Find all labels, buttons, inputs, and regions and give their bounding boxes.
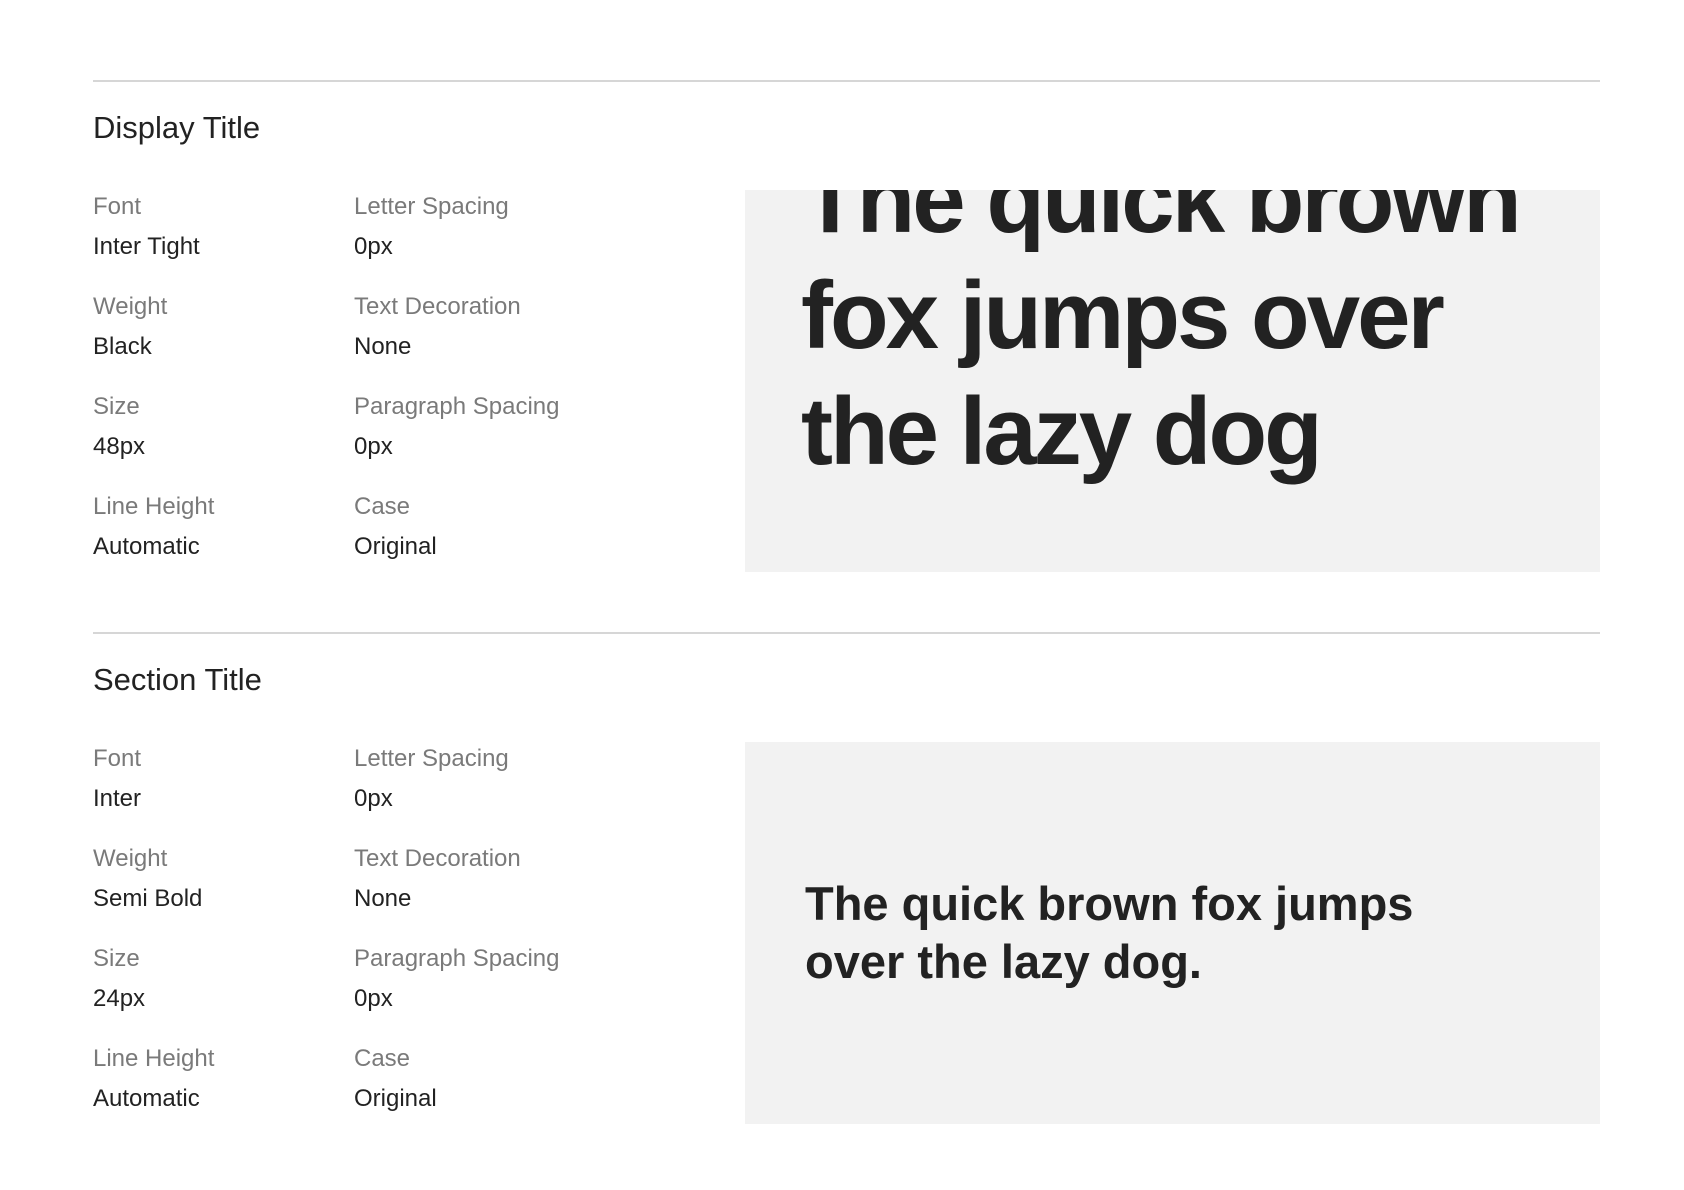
style-title: Section Title [93,662,262,697]
type-preview-panel: The quick brown fox jumps over the lazy … [745,190,1600,572]
prop-font: Font Inter Tight [93,192,353,262]
type-style-section-title: Section Title Font Inter Weight Semi Bol… [93,632,1600,1124]
prop-font: Font Inter [93,744,353,814]
prop-size: Size 48px [93,392,353,462]
prop-value: Automatic [93,1085,200,1112]
prop-size: Size 24px [93,944,353,1014]
section-divider [93,80,1600,82]
prop-label: Weight [93,293,168,320]
prop-value: 0px [354,985,393,1012]
prop-label: Size [93,393,140,420]
prop-label: Paragraph Spacing [354,393,560,420]
prop-value: Automatic [93,533,200,560]
prop-label: Text Decoration [354,293,521,320]
prop-value: Black [93,333,152,360]
prop-value: Original [354,533,437,560]
prop-paragraph-spacing: Paragraph Spacing 0px [354,392,614,462]
prop-case: Case Original [354,492,614,562]
prop-label: Size [93,945,140,972]
prop-label: Case [354,1045,411,1072]
prop-case: Case Original [354,1044,614,1114]
prop-value: None [354,885,412,912]
section-divider [93,632,1600,634]
prop-label: Weight [93,845,168,872]
prop-label: Font [93,193,142,220]
prop-weight: Weight Black [93,292,353,362]
prop-letter-spacing: Letter Spacing 0px [354,744,614,814]
prop-text-decoration: Text Decoration None [354,292,614,362]
prop-label: Line Height [93,1045,215,1072]
prop-line-height: Line Height Automatic [93,1044,353,1114]
prop-value: 0px [354,233,393,260]
prop-letter-spacing: Letter Spacing 0px [354,192,614,262]
prop-label: Font [93,745,142,772]
prop-value: Inter [93,785,142,812]
type-preview-panel: The quick brown fox jumps over the lazy … [745,742,1600,1124]
prop-weight: Weight Semi Bold [93,844,353,914]
prop-value: Semi Bold [93,885,203,912]
type-style-display-title: Display Title Font Inter Tight Weight Bl… [93,80,1600,572]
prop-value: 0px [354,785,393,812]
prop-value: Inter Tight [93,233,200,260]
prop-text-decoration: Text Decoration None [354,844,614,914]
prop-label: Line Height [93,493,215,520]
prop-value: None [354,333,412,360]
style-title: Display Title [93,110,261,145]
prop-value: 48px [93,433,146,460]
prop-label: Letter Spacing [354,193,509,220]
preview-sample-text: The quick brown fox jumps over the lazy … [805,877,1414,988]
prop-line-height: Line Height Automatic [93,492,353,562]
prop-value: 0px [354,433,393,460]
prop-label: Letter Spacing [354,745,509,772]
type-style-page: Display Title Font Inter Tight Weight Bl… [0,0,1684,1190]
prop-value: Original [354,1085,437,1112]
prop-paragraph-spacing: Paragraph Spacing 0px [354,944,614,1014]
prop-value: 24px [93,985,146,1012]
prop-label: Case [354,493,411,520]
prop-label: Paragraph Spacing [354,945,560,972]
prop-label: Text Decoration [354,845,521,872]
preview-sample-text: The quick brown fox jumps over the lazy … [801,190,1522,485]
